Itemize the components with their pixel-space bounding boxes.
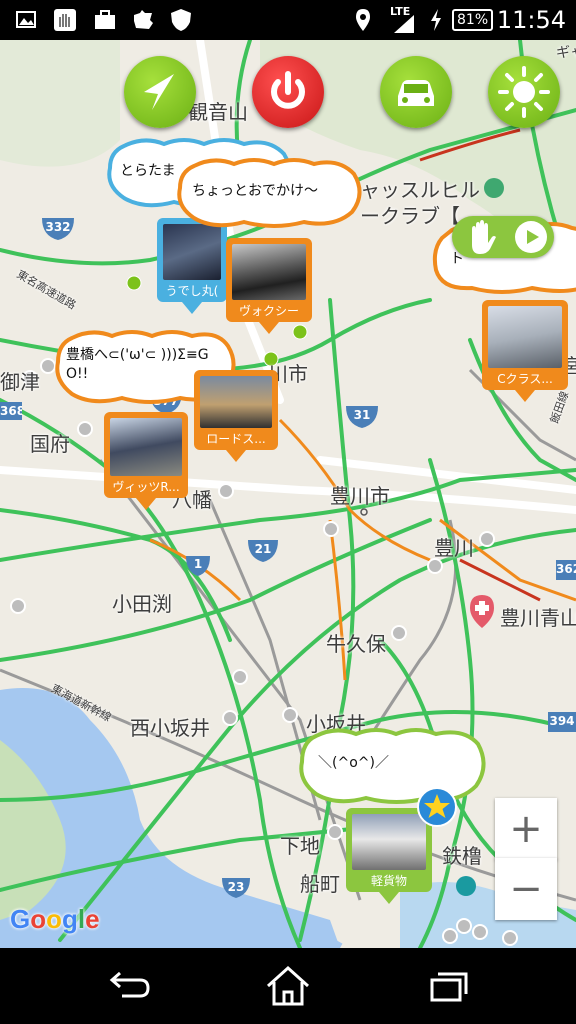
car-button[interactable] [380, 56, 452, 128]
car-pin-roadster[interactable]: ロードス... [194, 370, 278, 462]
car-pin-vitz[interactable]: ヴィッツR... [104, 412, 188, 510]
signal-icon [394, 15, 414, 33]
map-label-nishikozakai: 西小坂井 [130, 716, 210, 740]
car-icon [398, 80, 434, 106]
back-icon[interactable] [100, 968, 156, 1008]
car-photo [110, 418, 182, 476]
pin-label: Cクラス... [497, 372, 553, 386]
map-label-mito: 御津 [0, 370, 40, 394]
navigation-arrow-icon [144, 74, 174, 110]
route-368-label: 368 [0, 404, 22, 418]
home-icon[interactable] [260, 964, 316, 1010]
map-label-funamachi: 船町 [300, 872, 340, 896]
recent-apps-icon[interactable] [424, 968, 474, 1008]
car-photo [352, 814, 426, 870]
route-1-label: 1 [193, 557, 203, 571]
bubble-text: ＼(^o^)／ [318, 755, 389, 771]
map-label-toyokawa: 豊川 [434, 536, 474, 560]
hand-app-icon [54, 9, 76, 31]
puzzle-icon [134, 10, 153, 29]
navigate-button[interactable] [124, 56, 196, 128]
location-icon [356, 9, 370, 31]
map-label-odabuchi: 小田渕 [112, 592, 172, 616]
route-21-label: 21 [254, 542, 272, 556]
pin-label: ヴィッツR... [112, 480, 180, 494]
car-photo [488, 306, 562, 368]
route-31-label: 31 [353, 408, 371, 422]
charging-icon [431, 9, 441, 31]
bubble-text: ちょっとおでかけ〜 [192, 183, 318, 199]
sun-icon [498, 66, 550, 118]
gallery-icon [16, 11, 36, 28]
map-label-kokufu: 国府 [30, 432, 70, 456]
car-pin-voxy[interactable]: ヴォクシー [226, 238, 312, 334]
clock: 11:54 [496, 6, 566, 34]
map-label-castle-hill: ャッスルヒル [360, 178, 480, 202]
zoom-out-button[interactable]: − [495, 858, 557, 920]
message-bubble-banzai[interactable]: ＼(^o^)／ [296, 726, 490, 806]
pin-label: うでし丸( [165, 284, 219, 298]
briefcase-icon [95, 10, 115, 29]
map-label-ushikubo: 牛久保 [326, 632, 386, 656]
bubble-text: とらたま [120, 163, 176, 179]
pin-label: 軽貨物 [370, 874, 407, 888]
play-icon[interactable] [514, 220, 548, 254]
car-pin-cclass[interactable]: Cクラス... [482, 300, 568, 402]
map-label-kannon: 観音山 [188, 100, 248, 124]
favorite-star-icon[interactable] [416, 786, 458, 828]
route-362-label: 362 [556, 562, 576, 576]
pin-pointer [182, 302, 202, 314]
route-23-label: 23 [227, 880, 245, 894]
zoom-in-button[interactable]: + [495, 798, 557, 860]
battery-level: 81% [452, 9, 494, 31]
route-394-label: 394 [549, 714, 575, 728]
map-label-toyokawa-shi: 豊川市 [330, 484, 390, 508]
map-view[interactable]: 観音山 ャッスルヒル ークラブ【 川市 御津 国府 八幡 豊川市 豊川 小田渕 … [0, 40, 576, 948]
pin-pointer [515, 390, 535, 402]
navigation-bar [0, 948, 576, 1024]
pin-pointer [226, 450, 246, 462]
map-label-kanaya: 鉄橹 [442, 844, 482, 868]
message-bubble-odekake[interactable]: ちょっとおでかけ〜 [174, 156, 364, 230]
pin-label: ヴォクシー [238, 304, 299, 318]
pin-pointer [259, 322, 279, 334]
pin-label: ロードス... [206, 432, 266, 446]
car-photo [200, 376, 272, 428]
pin-pointer [379, 892, 399, 904]
google-logo: Google [10, 904, 100, 934]
car-pin-udeshimaru[interactable]: うでし丸( [157, 218, 227, 314]
shield-icon [171, 9, 191, 31]
car-photo [232, 244, 306, 300]
power-icon [271, 71, 305, 109]
map-label-toyokawa-aoyama: 豊川青山 [500, 606, 576, 630]
car-photo [163, 224, 221, 280]
map-label-shimoji: 下地 [280, 834, 320, 858]
pin-pointer [136, 498, 156, 510]
hand-play-control[interactable] [452, 216, 554, 258]
brightness-button[interactable] [488, 56, 560, 128]
route-332-label: 332 [45, 220, 71, 234]
hand-icon [472, 220, 496, 254]
status-bar: LTE 81% 11:54 [0, 0, 576, 40]
power-button[interactable] [252, 56, 324, 128]
